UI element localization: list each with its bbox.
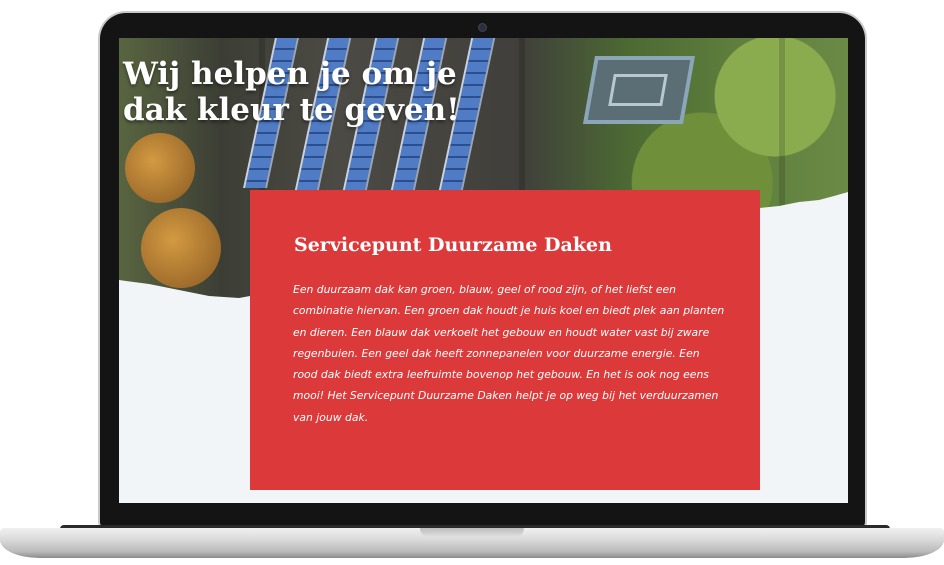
laptop-notch: [420, 528, 524, 537]
roof-hatch: [583, 56, 695, 124]
card-title: Servicepunt Duurzame Daken: [294, 234, 612, 256]
hero-title: Wij helpen je om je dak kleur te geven!: [123, 56, 460, 128]
webcam-icon: [479, 24, 486, 31]
website-screen[interactable]: Wij helpen je om je dak kleur te geven! …: [119, 38, 848, 503]
info-card: Servicepunt Duurzame Daken Een duurzaam …: [250, 190, 760, 490]
card-torn-bottom: [250, 462, 760, 486]
card-body-text: Een duurzaam dak kan groen, blauw, geel …: [293, 283, 725, 424]
